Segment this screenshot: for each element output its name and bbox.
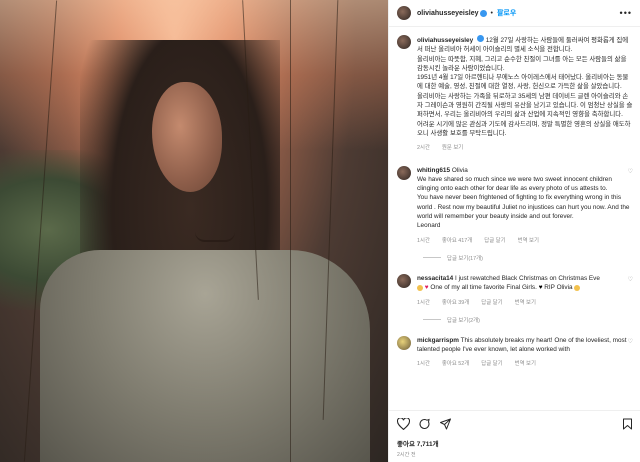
comment: mickgarrispm This absolutely breaks my h… <box>397 335 633 370</box>
comment-time: 1시간 <box>417 361 430 368</box>
caption-text: 1951년 4월 17일 아르헨티나 부에노스 아이레스에서 태어났다. 올리비… <box>417 74 629 91</box>
comment-username[interactable]: nessacita14 <box>417 275 453 282</box>
comments-list[interactable]: oliviahusseyeisley 12월 27일 사랑하는 사람들에 둘러싸… <box>389 27 640 405</box>
caption-time: 2시간 <box>417 145 430 152</box>
comment-like-icon[interactable]: ♡ <box>628 338 633 345</box>
view-replies-label: 답글 보기(2개) <box>447 317 480 324</box>
comment-avatar[interactable] <box>397 273 411 288</box>
caption: oliviahusseyeisley 12월 27일 사랑하는 사람들에 둘러싸… <box>397 35 633 154</box>
comment-avatar[interactable] <box>397 335 411 350</box>
verified-badge-icon <box>476 35 484 42</box>
post-photo <box>0 0 388 462</box>
replies-line <box>423 319 441 321</box>
post-time: 2시간 전 <box>397 452 416 458</box>
comment-likes[interactable]: 좋아요 417개 <box>442 237 472 246</box>
view-replies-button[interactable]: 답글 보기(2개) <box>423 316 633 324</box>
comment-text: One of my all time favorite Final Girls. <box>430 284 537 292</box>
translate-link[interactable]: 번역 보기 <box>515 299 536 308</box>
caption-text: 어려운 시기에 많은 관심과 기도에 감사드리며, 정말 특별한 영혼의 상실을… <box>417 120 631 137</box>
smile-face-icon <box>574 284 581 291</box>
comment-likes[interactable]: 좋아요 52개 <box>442 360 469 369</box>
black-heart-icon: ♥ <box>538 284 543 292</box>
likes-count[interactable]: 좋아요 7,711개 <box>397 438 633 448</box>
replies-line <box>423 257 441 259</box>
comment-avatar[interactable] <box>397 165 411 180</box>
reply-button[interactable]: 답글 달기 <box>484 237 505 246</box>
post-footer: 좋아요 7,711개 2시간 전 <box>389 410 640 462</box>
caption-username[interactable]: oliviahusseyeisley <box>417 37 473 44</box>
author-username[interactable]: oliviahusseyeisley <box>417 10 478 17</box>
post-panel: oliviahusseyeisley • 팔로우 ••• oliviahusse… <box>388 0 640 462</box>
comment-time: 1시간 <box>417 237 430 244</box>
comment-like-icon[interactable]: ♡ <box>628 276 633 283</box>
like-heart-icon[interactable] <box>397 418 410 430</box>
share-send-icon[interactable] <box>439 418 452 430</box>
comment-text: We have shared so much since we were two… <box>417 175 612 193</box>
comment-text: I just rewatched Black Christmas on Chri… <box>455 274 600 282</box>
palm-frond <box>290 0 291 462</box>
heart-emoji-icon: ♥ <box>424 284 429 292</box>
comment-likes[interactable]: 좋아요 39개 <box>442 299 469 308</box>
post-header: oliviahusseyeisley • 팔로우 ••• <box>389 0 640 27</box>
view-replies-label: 답글 보기(17개) <box>447 255 483 262</box>
comment-text: You have never been frightened of fighti… <box>417 194 630 221</box>
follow-button[interactable]: 팔로우 <box>497 8 516 18</box>
separator-dot: • <box>490 9 493 17</box>
comment-text: Olivia <box>451 166 468 174</box>
photo-shirt <box>40 250 370 462</box>
comment-time: 1시간 <box>417 299 430 306</box>
caption-text: 올리비아는 사랑하는 가족을 뒤로하고 35세의 남편 데이비드 글렌 아이슬리… <box>417 92 633 119</box>
see-original-link[interactable]: 원문 보기 <box>442 144 463 153</box>
photo-necklace <box>195 232 235 242</box>
bookmark-icon[interactable] <box>622 418 633 430</box>
caption-text: 올리비아는 따뜻함, 지혜, 그리고 순수한 친절이 그녀를 아는 모든 사람들… <box>417 55 627 72</box>
caption-avatar[interactable] <box>397 35 411 49</box>
author-avatar[interactable] <box>397 6 411 20</box>
translate-link[interactable]: 번역 보기 <box>518 237 539 246</box>
comment: whiting615 Olivia We have shared so much… <box>397 165 633 246</box>
comment-username[interactable]: mickgarrispm <box>417 337 459 344</box>
reply-button[interactable]: 답글 달기 <box>481 299 502 308</box>
comment-bubble-icon[interactable] <box>418 418 431 430</box>
comment: nessacita14 I just rewatched Black Chris… <box>397 273 633 308</box>
view-replies-button[interactable]: 답글 보기(17개) <box>423 254 633 262</box>
more-options-icon[interactable]: ••• <box>620 8 632 18</box>
action-bar <box>397 417 633 431</box>
comment-text: RIP Olivia <box>544 284 573 292</box>
comment-like-icon[interactable]: ♡ <box>628 168 633 175</box>
comment-text: Leonard <box>417 222 441 230</box>
reply-button[interactable]: 답글 달기 <box>481 360 502 369</box>
verified-badge-icon <box>480 9 488 17</box>
translate-link[interactable]: 번역 보기 <box>515 360 536 369</box>
sad-face-icon <box>417 284 423 291</box>
comment-username[interactable]: whiting615 <box>417 167 450 174</box>
